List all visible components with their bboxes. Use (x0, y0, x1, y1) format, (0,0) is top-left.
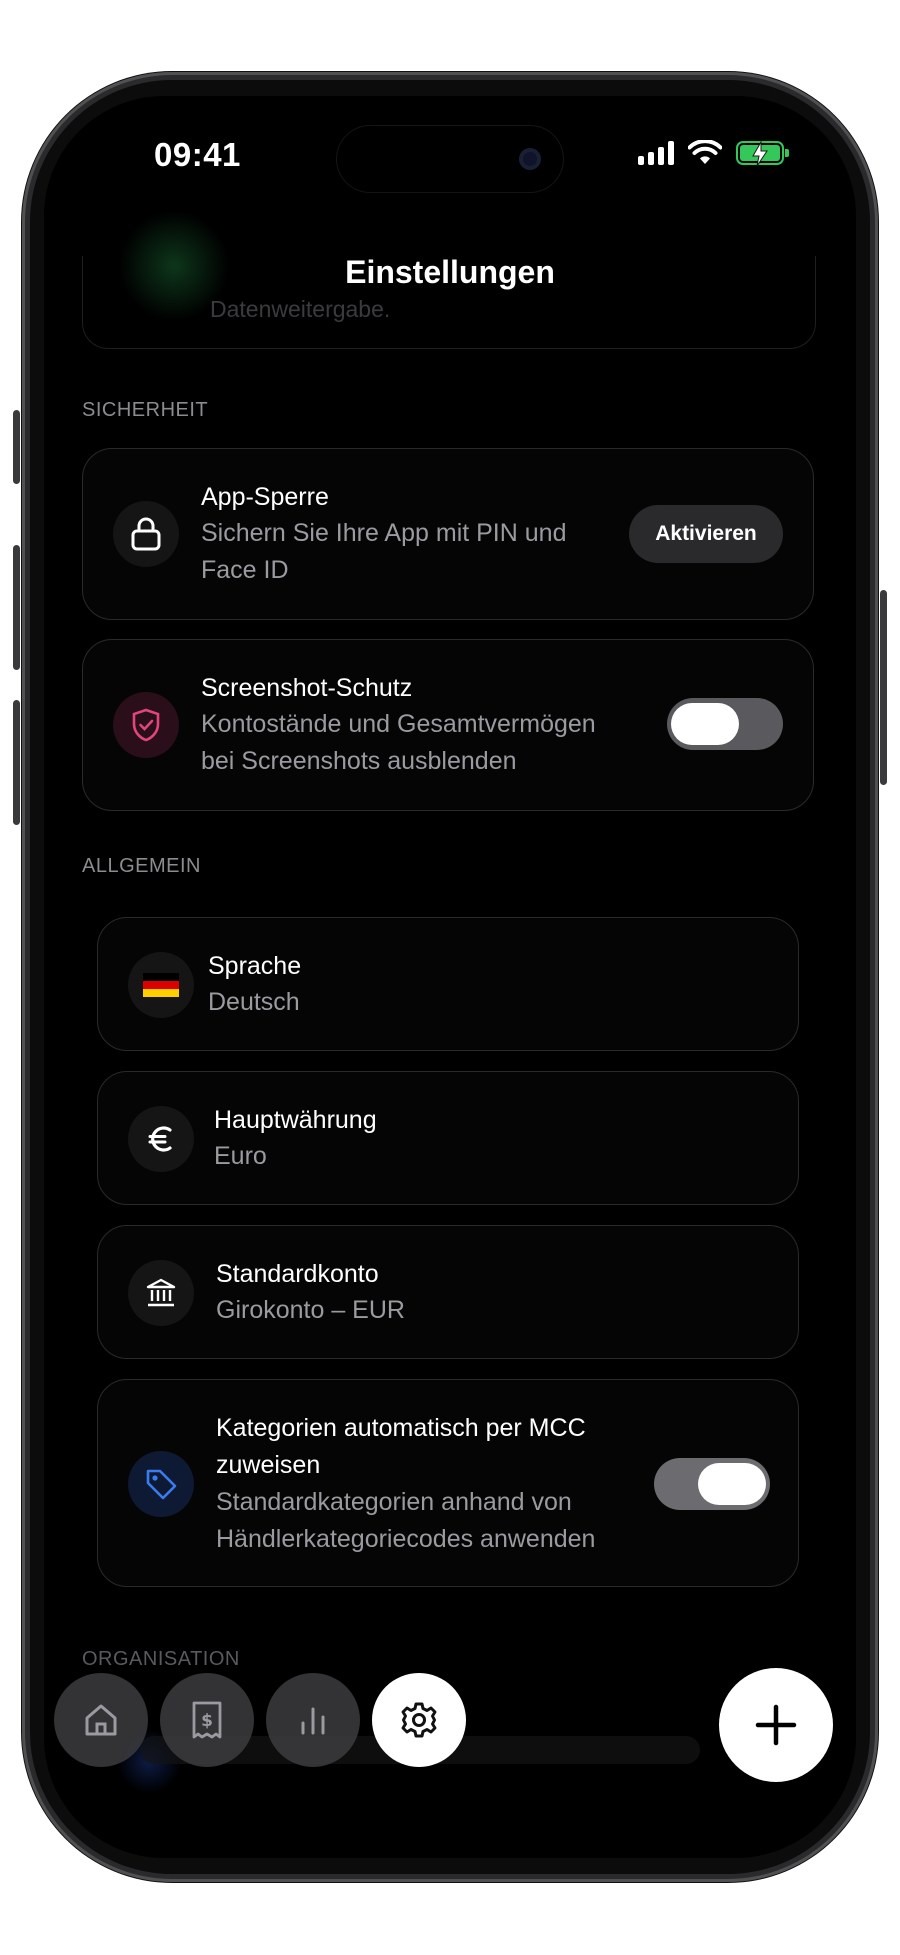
lock-icon (113, 501, 179, 567)
currency-row[interactable]: Hauptwährung Euro (97, 1071, 799, 1205)
language-value: Deutsch (208, 988, 300, 1016)
camera-icon (519, 148, 541, 170)
app-lock-subtitle: Sichern Sie Ihre App mit PIN und Face ID (201, 515, 566, 589)
tab-statistics[interactable] (266, 1673, 360, 1767)
tab-home[interactable] (54, 1673, 148, 1767)
tab-settings[interactable] (372, 1673, 466, 1767)
language-title: Sprache (208, 952, 302, 980)
app-lock-title: App-Sperre (201, 483, 329, 511)
screenshot-protection-card: Screenshot-Schutz Kontostände und Gesamt… (82, 639, 814, 811)
volume-down-button (13, 700, 20, 825)
currency-title: Hauptwährung (214, 1106, 377, 1134)
activate-app-lock-button[interactable]: Aktivieren (629, 505, 783, 563)
mcc-title-line1: Kategorien automatisch per MCC (216, 1414, 586, 1442)
default-account-row[interactable]: Standardkonto Girokonto – EUR (97, 1225, 799, 1359)
home-icon (85, 1704, 117, 1736)
screenshot-protection-subtitle: Kontostände und Gesamtvermögen bei Scree… (201, 706, 596, 780)
mcc-title-line2: zuweisen (216, 1451, 321, 1479)
mcc-category-card: Kategorien automatisch per MCC zuweisen … (97, 1379, 799, 1587)
default-account-title: Standardkonto (216, 1260, 379, 1288)
gear-icon (401, 1702, 437, 1738)
language-row[interactable]: Sprache Deutsch (97, 917, 799, 1051)
mcc-toggle[interactable] (654, 1458, 770, 1510)
status-icons (638, 140, 789, 167)
screenshot-subtitle-line1: Kontostände und Gesamtvermögen (201, 710, 596, 738)
shield-check-icon (113, 692, 179, 758)
mcc-subtitle: Standardkategorien anhand von Händlerkat… (216, 1484, 595, 1558)
page-title: Einstellungen (345, 254, 555, 290)
screenshot-subtitle-line2: bei Screenshots ausblenden (201, 747, 517, 775)
german-flag-icon (128, 952, 194, 1018)
volume-up-button (13, 545, 20, 670)
mcc-subtitle-line2: Händlerkategoriecodes anwenden (216, 1525, 596, 1553)
euro-icon (128, 1106, 194, 1172)
section-label-organisation: ORGANISATION (82, 1648, 240, 1670)
chart-icon (301, 1707, 325, 1735)
scrolled-text: Datenweitergabe. (210, 296, 391, 322)
status-time: 09:41 (154, 136, 241, 173)
toggle-knob (698, 1463, 766, 1505)
app-lock-subtitle-line2: Face ID (201, 556, 289, 584)
app-screen: Datenweitergabe. 09:41 Einstellungen SIC… (44, 96, 856, 1858)
tab-transactions[interactable]: $ (160, 1673, 254, 1767)
mcc-subtitle-line1: Standardkategorien anhand von (216, 1488, 572, 1516)
mcc-title: Kategorien automatisch per MCC zuweisen (216, 1410, 586, 1484)
receipt-icon: $ (192, 1701, 222, 1739)
dynamic-island (337, 126, 563, 192)
section-label-general: ALLGEMEIN (82, 855, 201, 877)
default-account-value: Girokonto – EUR (216, 1296, 405, 1324)
bank-icon (128, 1260, 194, 1326)
svg-text:$: $ (201, 1711, 213, 1731)
app-lock-card: App-Sperre Sichern Sie Ihre App mit PIN … (82, 448, 814, 620)
add-button[interactable] (719, 1668, 833, 1782)
screenshot-protection-toggle[interactable] (667, 698, 783, 750)
toggle-knob (671, 703, 739, 745)
tag-icon (128, 1451, 194, 1517)
screenshot-protection-title: Screenshot-Schutz (201, 674, 413, 702)
action-button (13, 410, 20, 484)
power-button (880, 590, 887, 785)
battery-icon (736, 141, 789, 167)
wifi-icon (688, 140, 722, 164)
signal-icon (638, 141, 674, 165)
app-lock-subtitle-line1: Sichern Sie Ihre App mit PIN und (201, 519, 567, 547)
plus-icon (755, 1704, 797, 1746)
section-label-security: SICHERHEIT (82, 399, 209, 421)
currency-value: Euro (214, 1142, 267, 1170)
